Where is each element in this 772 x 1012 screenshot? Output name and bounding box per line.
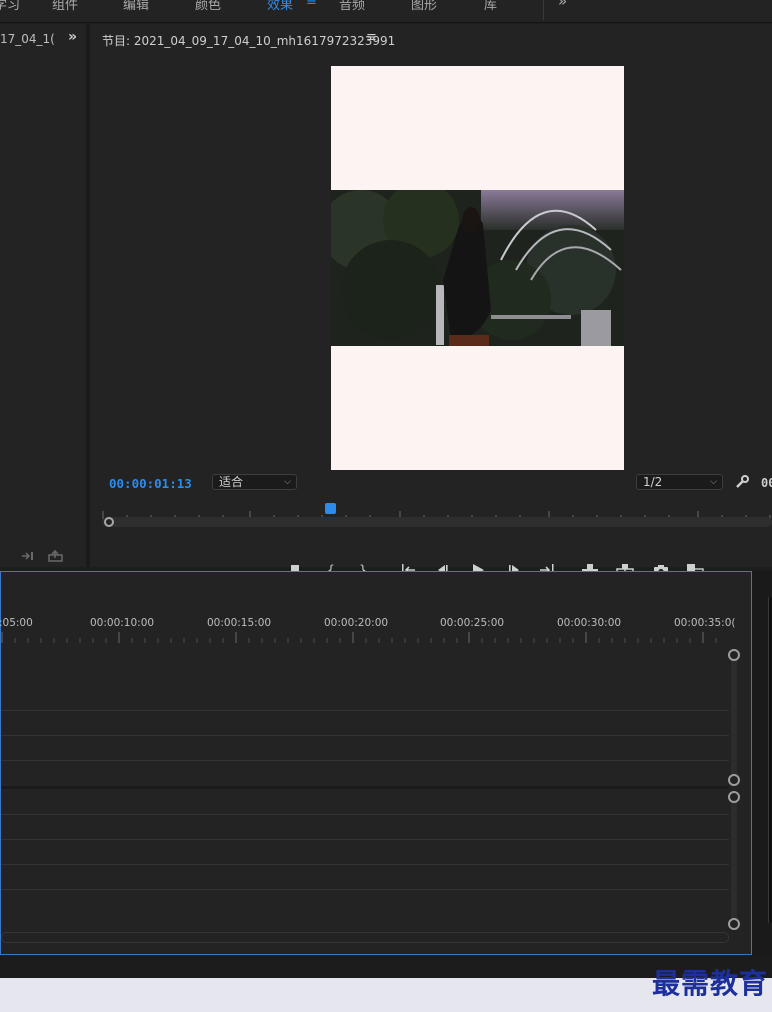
video-track-divider (1, 710, 729, 711)
video-still-image (331, 190, 624, 346)
timeline-label: 00:00:35:0( (674, 617, 736, 629)
audio-track-divider (1, 864, 729, 865)
monitor-time-ruler[interactable] (102, 504, 772, 519)
video-track-divider (1, 760, 729, 761)
video-audio-separator[interactable] (1, 786, 729, 789)
more-workspaces-icon[interactable]: » (558, 0, 567, 10)
resolution-dropdown-value: 1/2 (643, 475, 663, 489)
workspace-tab-effects[interactable]: 效果 (267, 0, 293, 13)
video-track-divider (1, 735, 729, 736)
workspace-tab-color[interactable]: 颜色 (195, 0, 221, 13)
workspace-tab-assembly[interactable]: 组件 (52, 0, 78, 13)
timeline-label: :05:00 (0, 617, 33, 629)
monitor-playhead[interactable] (324, 503, 336, 514)
timeline-label: 00:00:30:00 (557, 617, 622, 629)
program-menu-icon[interactable]: ≡ (366, 30, 377, 45)
monitor-scroll-bar[interactable] (102, 517, 772, 527)
audio-track-divider (1, 814, 729, 815)
insert-icon[interactable] (21, 550, 35, 562)
expand-panels-icon[interactable]: » (68, 29, 77, 45)
audio-meter (768, 597, 772, 923)
program-monitor-title[interactable]: 节目: 2021_04_09_17_04_10_mh1617972323991 (102, 32, 395, 49)
watermark-text: 最需教育 (651, 967, 768, 1000)
chevron-down-icon: ⌵ (710, 477, 717, 487)
resolution-dropdown[interactable]: 1/2 ⌵ (636, 474, 723, 490)
workspace-tab-editing[interactable]: 编辑 (123, 0, 149, 13)
project-panel: 17_04_1( » (0, 24, 86, 567)
project-panel-tab[interactable]: 17_04_1( (0, 32, 55, 46)
video-tracks-scrollbar[interactable] (731, 654, 737, 780)
scroll-handle[interactable] (104, 517, 114, 527)
scroll-handle-bottom[interactable] (728, 774, 740, 786)
wrench-icon[interactable] (735, 475, 749, 489)
timeline-panel[interactable]: :05:00 00:00:10:00 00:00:15:00 00:00:20:… (0, 571, 752, 955)
scroll-handle-bottom[interactable] (728, 918, 740, 930)
audio-meter-panel (752, 571, 772, 955)
workspace-separator (543, 0, 544, 20)
timeline-label: 00:00:15:00 (207, 617, 272, 629)
workspace-menu-icon[interactable]: ≡ (306, 0, 317, 9)
scroll-handle-top[interactable] (728, 649, 740, 661)
program-monitor: 节目: 2021_04_09_17_04_10_mh1617972323991 … (90, 24, 772, 578)
workspace-tab-audio[interactable]: 音频 (339, 0, 365, 13)
end-timecode: 00 (761, 476, 772, 490)
program-video-frame[interactable] (331, 66, 624, 470)
overwrite-icon[interactable] (48, 550, 63, 562)
audio-tracks-scrollbar[interactable] (731, 796, 737, 922)
workspace-tab-libraries[interactable]: 库 (484, 0, 497, 13)
chevron-down-icon: ⌵ (284, 477, 291, 487)
fit-dropdown[interactable]: 适合 ⌵ (212, 474, 297, 490)
timeline-label: 00:00:25:00 (440, 617, 505, 629)
timeline-horizontal-scrollbar[interactable] (1, 932, 729, 943)
timeline-label: 00:00:10:00 (90, 617, 155, 629)
workspace-bar: 学习 组件 编辑 颜色 效果 ≡ 音频 图形 库 » (0, 0, 772, 23)
fit-dropdown-value: 适合 (219, 475, 244, 489)
audio-track-divider (1, 889, 729, 890)
playhead-timecode[interactable]: 00:00:01:13 (109, 476, 192, 491)
workspace-tab-graphics[interactable]: 图形 (411, 0, 437, 13)
timeline-ruler-ticks[interactable] (1, 632, 731, 644)
workspace-tab-learn[interactable]: 学习 (0, 0, 20, 13)
audio-track-divider (1, 839, 729, 840)
timeline-label: 00:00:20:00 (324, 617, 389, 629)
scroll-handle-top[interactable] (728, 791, 740, 803)
